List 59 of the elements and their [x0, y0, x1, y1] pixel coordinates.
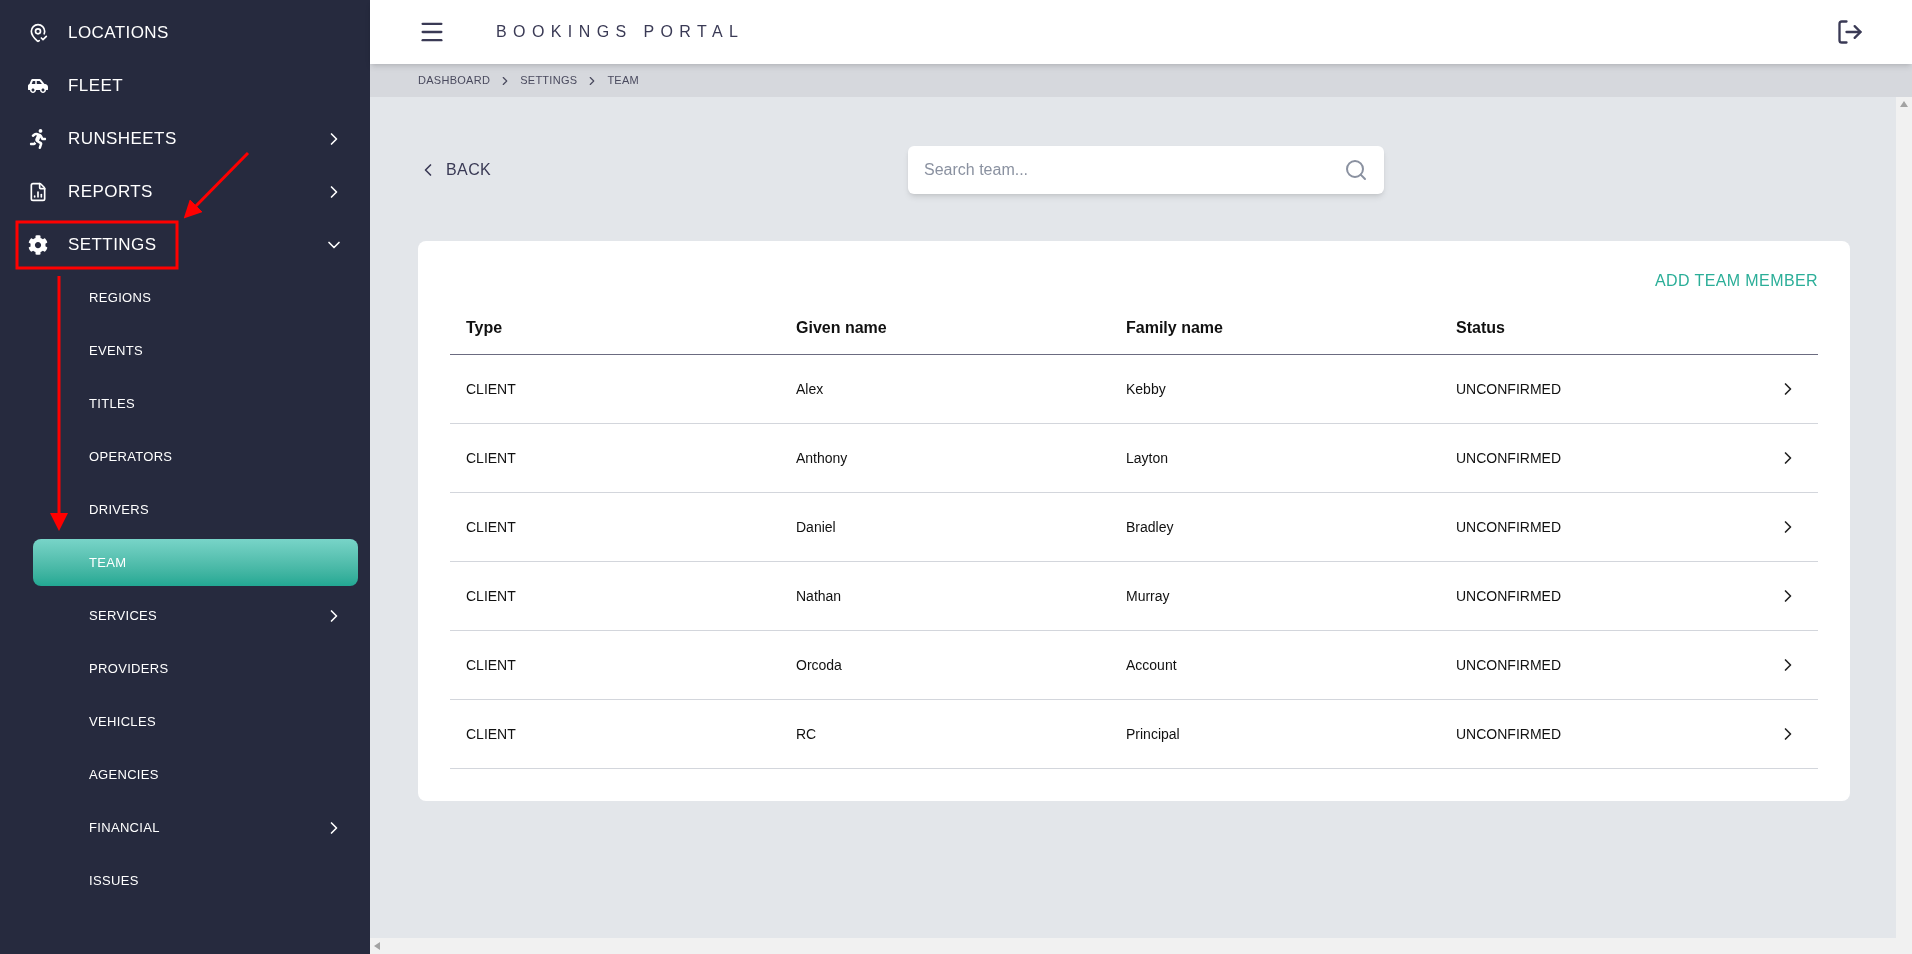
search-field[interactable]: Search team... [908, 146, 1384, 194]
table-cell-text: UNCONFIRMED [1456, 517, 1561, 537]
sidebar-subitem[interactable]: VEHICLES [33, 698, 358, 745]
sidebar-subitem[interactable]: SERVICES [33, 592, 358, 639]
table-cell-text: Kebby [1126, 379, 1166, 399]
table-cell-text: Nathan [796, 586, 842, 606]
column-header: Family name [1110, 301, 1440, 355]
table-cell-text: UNCONFIRMED [1456, 655, 1561, 675]
horizontal-scrollbar[interactable] [370, 938, 1912, 954]
sidebar-item[interactable]: SETTINGS [0, 218, 370, 271]
table-cell-text: Layton [1126, 448, 1169, 468]
breadcrumb-link[interactable]: TEAM [607, 72, 640, 89]
sidebar-subitem[interactable]: AGENCIES [33, 751, 358, 798]
sidebar-subitem[interactable]: ISSUES [33, 857, 358, 904]
sidebar-item[interactable]: FLEET [0, 59, 370, 112]
table-cell-text: Daniel [796, 517, 836, 537]
table-cell-text: Anthony [796, 448, 848, 468]
table-cell-text: Bradley [1126, 517, 1174, 537]
table-cell-text: CLIENT [466, 448, 516, 468]
settings-icon [28, 234, 48, 255]
table-cell-text: CLIENT [466, 379, 516, 399]
sidebar-subitem[interactable]: PROVIDERS [33, 645, 358, 692]
table-cell-text: UNCONFIRMED [1456, 379, 1561, 399]
table-cell-text: Account [1126, 655, 1177, 675]
breadcrumb-link[interactable]: SETTINGS [520, 72, 578, 89]
column-header: Type [450, 301, 780, 355]
table-cell-text: RC [796, 724, 817, 744]
table-cell-text: Orcoda [796, 655, 842, 675]
search-icon[interactable] [1344, 158, 1368, 182]
sidebar-item[interactable]: REPORTS [0, 165, 370, 218]
sidebar-item[interactable]: RUNSHEETS [0, 112, 370, 165]
table-cell-text: UNCONFIRMED [1456, 448, 1561, 468]
sidebar-subitem[interactable]: TITLES [33, 380, 358, 427]
sidebar-subitem[interactable]: DRIVERS [33, 486, 358, 533]
table-cell-text: CLIENT [466, 655, 516, 675]
report-icon [28, 181, 48, 202]
table-cell-text: UNCONFIRMED [1456, 586, 1561, 606]
app-title: BOOKINGS PORTAL [496, 22, 745, 42]
sidebar-subitem[interactable]: REGIONS [33, 274, 358, 321]
table-cell-text: Murray [1126, 586, 1170, 606]
running-person-icon [28, 128, 48, 149]
sidebar-subitem[interactable]: OPERATORS [33, 433, 358, 480]
map-pin-icon [28, 22, 48, 43]
breadcrumb-link[interactable]: DASHBOARD [418, 72, 491, 89]
table-cell-text: CLIENT [466, 724, 516, 744]
table-cell-text: Alex [796, 379, 824, 399]
annotation-arrow [183, 151, 250, 219]
column-header: Status [1440, 301, 1818, 355]
table-cell-text: CLIENT [466, 517, 516, 537]
sidebar-subitem[interactable]: EVENTS [33, 327, 358, 374]
sidebar-subitem[interactable]: FINANCIAL [33, 804, 358, 851]
table-cell-text: UNCONFIRMED [1456, 724, 1561, 744]
vertical-scrollbar[interactable] [1896, 97, 1912, 938]
table-cell-text: CLIENT [466, 586, 516, 606]
sidebar-item[interactable]: LOCATIONS [0, 6, 370, 59]
back-button[interactable]: BACK [418, 158, 908, 182]
table-cell-text: Principal [1126, 724, 1180, 744]
logout-icon[interactable] [1836, 18, 1864, 46]
column-header: Given name [780, 301, 1110, 355]
